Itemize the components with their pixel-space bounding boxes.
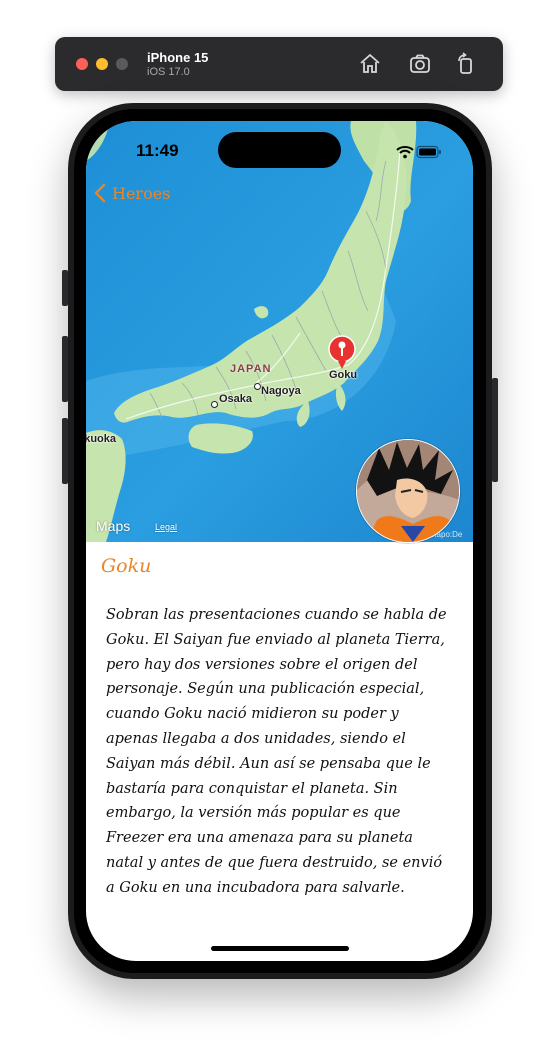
chevron-left-icon	[94, 183, 106, 203]
city-label-osaka: Osaka	[219, 393, 253, 405]
battery-icon	[416, 145, 442, 159]
screenshot-icon[interactable]	[408, 52, 432, 76]
back-button[interactable]: Heroes	[94, 183, 170, 203]
hero-description: Sobran las presentaciones cuando se habl…	[106, 607, 447, 896]
status-time: 11:49	[136, 141, 179, 160]
back-button-label: Heroes	[112, 183, 171, 203]
city-label-fukuoka: Fukuoka	[86, 433, 116, 445]
hero-avatar	[356, 439, 460, 543]
volume-down-button[interactable]	[62, 418, 68, 484]
map-view[interactable]: 11:49 Heroes JAPAN Nagoya Osaka Fukuoka …	[86, 121, 473, 543]
zoom-window-button[interactable]	[116, 58, 128, 70]
volume-up-button[interactable]	[62, 336, 68, 402]
maps-provider-label: Maps	[96, 518, 131, 534]
action-button[interactable]	[62, 270, 68, 306]
power-button[interactable]	[492, 378, 498, 482]
home-indicator[interactable]	[211, 946, 349, 951]
osaka-marker	[211, 401, 218, 408]
home-icon[interactable]	[358, 52, 382, 76]
simulator-device-name: iPhone 15	[147, 50, 209, 65]
hero-name: Goku	[101, 555, 152, 577]
map-pin-marker[interactable]	[328, 335, 356, 371]
legal-link[interactable]: Legal	[155, 522, 177, 532]
map-region-label: JAPAN	[230, 363, 272, 375]
nagoya-marker	[254, 383, 261, 390]
rotate-icon[interactable]	[454, 52, 478, 76]
apple-maps-logo: Maps	[96, 518, 130, 534]
map-pin-label: Goku	[329, 369, 358, 381]
map-pin-icon	[328, 335, 356, 369]
wifi-icon	[396, 145, 414, 159]
device-screen: 11:49 Heroes JAPAN Nagoya Osaka Fukuoka …	[86, 121, 473, 961]
dynamic-island	[218, 132, 341, 168]
city-label-nagoya: Nagoya	[261, 385, 301, 397]
minimize-window-button[interactable]	[96, 58, 108, 70]
simulator-os-version: iOS 17.0	[147, 66, 190, 78]
close-window-button[interactable]	[76, 58, 88, 70]
